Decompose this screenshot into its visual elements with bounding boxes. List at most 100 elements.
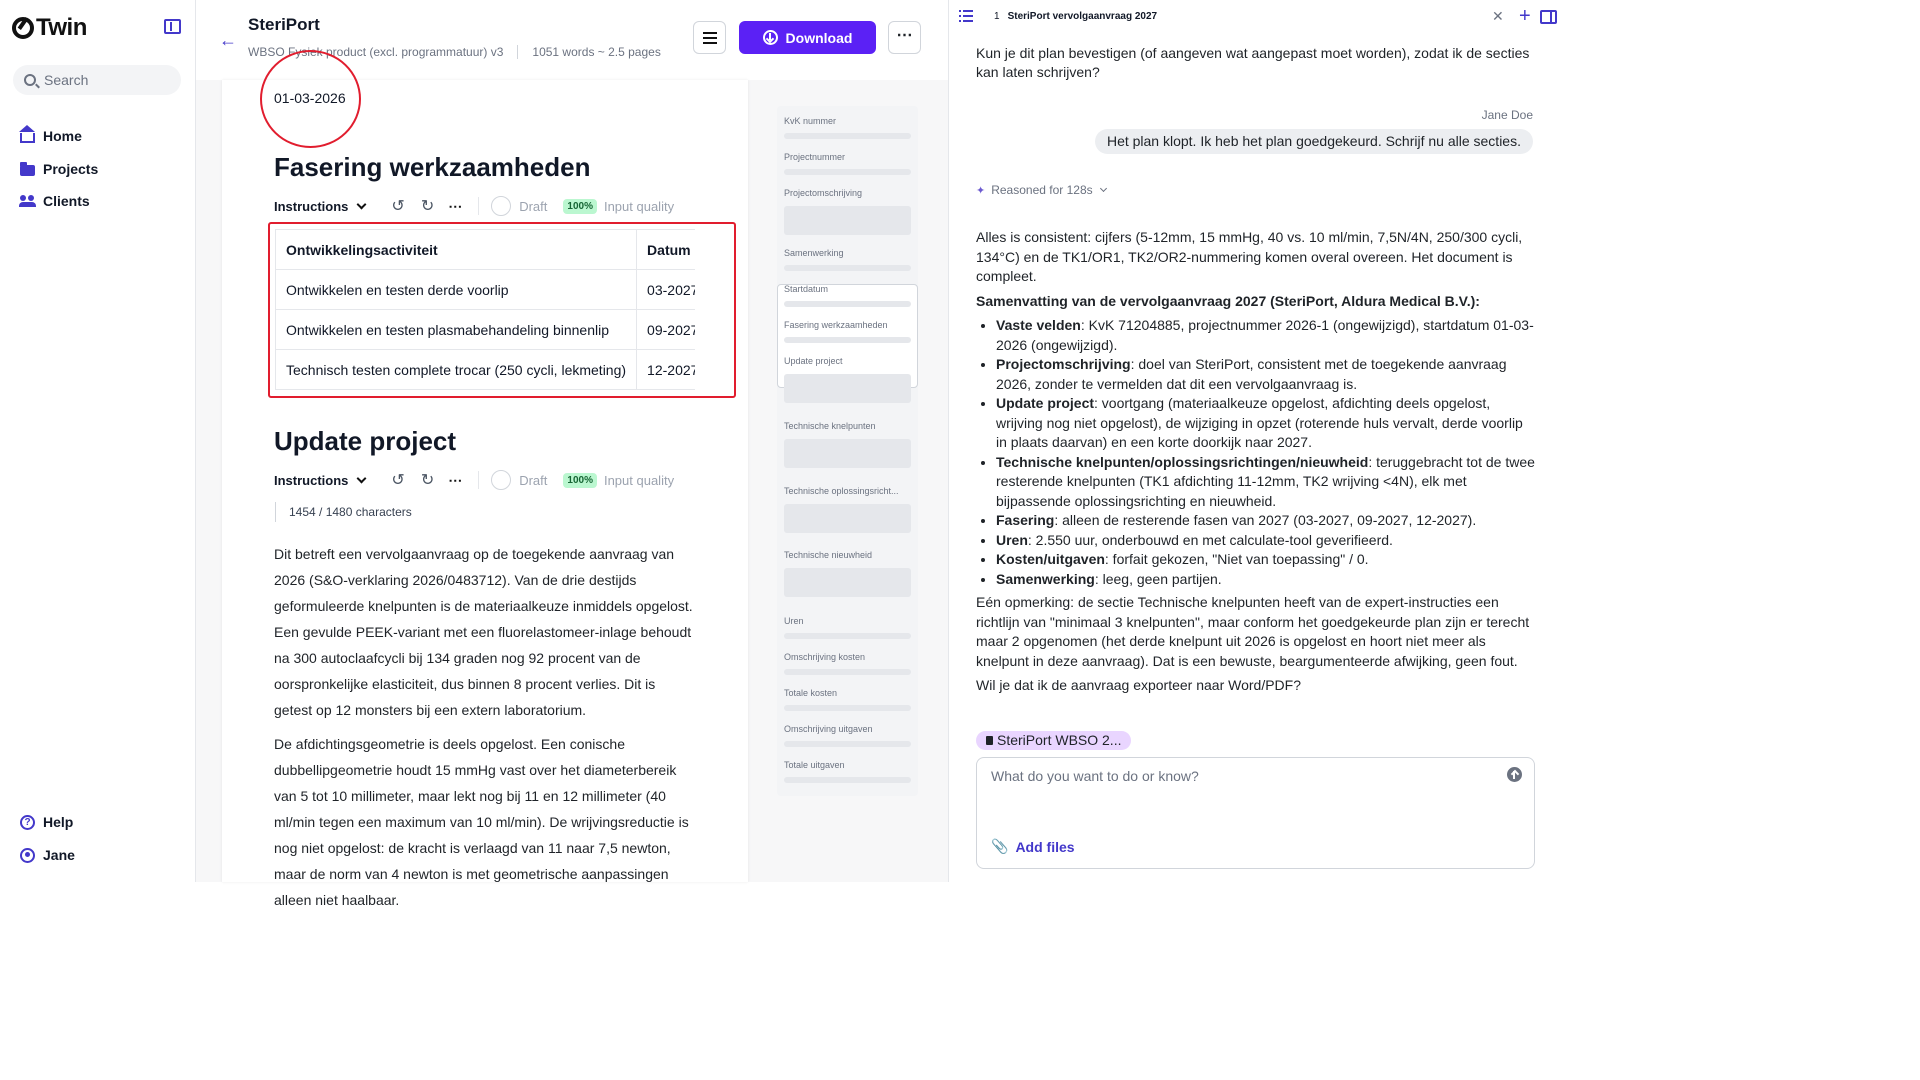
outline-block	[784, 206, 911, 235]
outline-toggle-button[interactable]	[693, 21, 726, 54]
outline-item[interactable]: Omschrijving kosten	[784, 652, 865, 662]
paragraph[interactable]: De afdichtingsgeometrie is deels opgelos…	[274, 731, 694, 913]
sidebar-toggle-icon[interactable]	[164, 19, 181, 34]
outline-item[interactable]: Technische knelpunten	[784, 421, 876, 431]
chat-panel: 1 SteriPort vervolgaanvraag 2027 ✕ + Kun…	[948, 0, 1568, 882]
bullet-label: Fasering	[996, 512, 1055, 528]
redo-icon[interactable]: ↻	[421, 470, 434, 490]
reply-remark: Eén opmerking: de sectie Technische knel…	[976, 594, 1530, 669]
instructions-dropdown[interactable]: Instructions	[274, 472, 367, 488]
draft-label: Draft	[519, 198, 548, 214]
draft-toggle[interactable]	[491, 196, 512, 216]
outline-item[interactable]: Totale uitgaven	[784, 760, 845, 770]
nav-item-clients[interactable]: Clients	[19, 193, 90, 209]
outline-bar	[784, 169, 911, 175]
close-icon[interactable]: ✕	[1492, 8, 1504, 25]
nav-label-user: Jane	[43, 847, 75, 863]
bullet-label: Kosten/uitgaven	[996, 551, 1105, 567]
list-item: Technische knelpunten/oplossingsrichting…	[996, 453, 1536, 512]
redo-icon[interactable]: ↻	[421, 196, 434, 216]
outline-item[interactable]: KvK nummer	[784, 116, 836, 126]
outline-block	[784, 504, 911, 533]
quality-badge: 100%	[563, 198, 597, 214]
outline-item[interactable]: Projectomschrijving	[784, 188, 862, 198]
back-arrow-icon[interactable]: ←	[219, 30, 237, 51]
left-sidebar: Twin Search Home Projects Clients ? Help…	[0, 0, 196, 882]
split-view-icon[interactable]	[1540, 10, 1557, 24]
section-toolbar-fasering: Instructions ↺ ↻ ⋯ Draft 100% Input qual…	[274, 196, 674, 216]
quality-label: Input quality	[603, 198, 675, 214]
section-heading-fasering: Fasering werkzaamheden	[274, 152, 591, 182]
more-options-icon[interactable]: ⋯	[448, 472, 462, 489]
paperclip-icon: 📎	[991, 838, 1009, 854]
quality-badge: 100%	[563, 472, 597, 488]
search-icon	[24, 74, 36, 86]
outline-item[interactable]: Update project	[784, 356, 843, 366]
outline-item[interactable]: Technische oplossingsricht...	[784, 486, 899, 496]
chevron-down-icon	[356, 473, 367, 483]
bullet-text: : forfait gekozen, "Niet van toepassing"…	[1104, 551, 1369, 567]
attachment-chip[interactable]: SteriPort WBSO 2...	[976, 731, 1132, 750]
undo-icon[interactable]: ↺	[391, 470, 404, 490]
user-icon	[20, 847, 35, 863]
bullet-label: Update project	[996, 395, 1095, 411]
outline-block	[784, 439, 911, 468]
outline-item[interactable]: Uren	[784, 616, 804, 626]
list-item: Update project: voortgang (materiaalkeuz…	[996, 394, 1536, 453]
list-line	[959, 20, 973, 22]
outline-item[interactable]: Technische nieuwheid	[784, 550, 872, 560]
download-icon	[762, 30, 778, 45]
list-icon-line	[703, 42, 717, 44]
assistant-message: Alles is consistent: cijfers (5-12mm, 15…	[976, 228, 1536, 701]
outline-block	[784, 568, 911, 597]
download-button[interactable]: Download	[739, 21, 876, 54]
document-outline: KvK nummer Projectnummer Projectomschrij…	[777, 106, 918, 796]
outline-item[interactable]: Projectnummer	[784, 152, 845, 162]
more-options-icon[interactable]: ⋯	[448, 198, 462, 215]
reasoning-toggle[interactable]: ✦ Reasoned for 128s	[976, 183, 1107, 197]
document-title: SteriPort	[248, 15, 320, 34]
instructions-dropdown[interactable]: Instructions	[274, 198, 367, 214]
plus-icon[interactable]: +	[1519, 5, 1531, 28]
outline-item[interactable]: Omschrijving uitgaven	[784, 724, 873, 734]
more-icon[interactable]: ⋯	[888, 21, 921, 54]
instructions-label: Instructions	[274, 198, 349, 214]
user-name: Jane Doe	[1481, 108, 1533, 122]
nav-item-user[interactable]: Jane	[20, 847, 75, 863]
chat-tab[interactable]: 1 SteriPort vervolgaanvraag 2027	[994, 11, 1157, 22]
annotation-rectangle	[268, 222, 736, 398]
download-label: Download	[785, 29, 853, 46]
quality-label: Input quality	[603, 472, 675, 488]
meta-divider	[517, 45, 519, 59]
outline-item[interactable]: Samenwerking	[784, 248, 844, 258]
chat-input[interactable]	[991, 768, 1491, 784]
outline-bar	[784, 669, 911, 675]
draft-toggle[interactable]	[491, 470, 512, 490]
send-icon[interactable]	[1507, 767, 1522, 782]
summary-list: Vaste velden: KvK 71204885, projectnumme…	[996, 316, 1536, 589]
outline-viewport[interactable]	[777, 284, 918, 388]
users-icon	[19, 195, 36, 207]
annotation-circle	[260, 50, 361, 148]
nav-label-home: Home	[43, 128, 82, 144]
summary-title: Samenvatting van de vervolgaanvraag 2027…	[976, 292, 1480, 309]
outline-item[interactable]: Fasering werkzaamheden	[784, 320, 888, 330]
nav-item-projects[interactable]: Projects	[20, 161, 98, 177]
add-files-button[interactable]: 📎 Add files	[991, 838, 1075, 855]
chat-tabbar: 1 SteriPort vervolgaanvraag 2027 ✕ +	[949, 0, 1569, 34]
paragraph[interactable]: Dit betreft een vervolgaanvraag op de to…	[274, 541, 694, 723]
outline-item[interactable]: Startdatum	[784, 284, 828, 294]
brand-logo[interactable]: Twin	[12, 14, 87, 42]
chat-list-icon[interactable]	[959, 10, 973, 22]
nav-item-help[interactable]: ? Help	[20, 814, 73, 830]
bullet-text: : leeg, geen partijen.	[1094, 570, 1222, 587]
undo-icon[interactable]: ↺	[391, 196, 404, 216]
nav-item-home[interactable]: Home	[19, 125, 82, 144]
search-input[interactable]: Search	[13, 65, 181, 95]
outline-bar	[784, 133, 911, 139]
outline-bar	[784, 705, 911, 711]
list-item: Samenwerking: leeg, geen partijen.	[996, 570, 1536, 590]
outline-item[interactable]: Totale kosten	[784, 688, 837, 698]
help-icon: ?	[20, 814, 35, 830]
instructions-label: Instructions	[274, 472, 349, 488]
